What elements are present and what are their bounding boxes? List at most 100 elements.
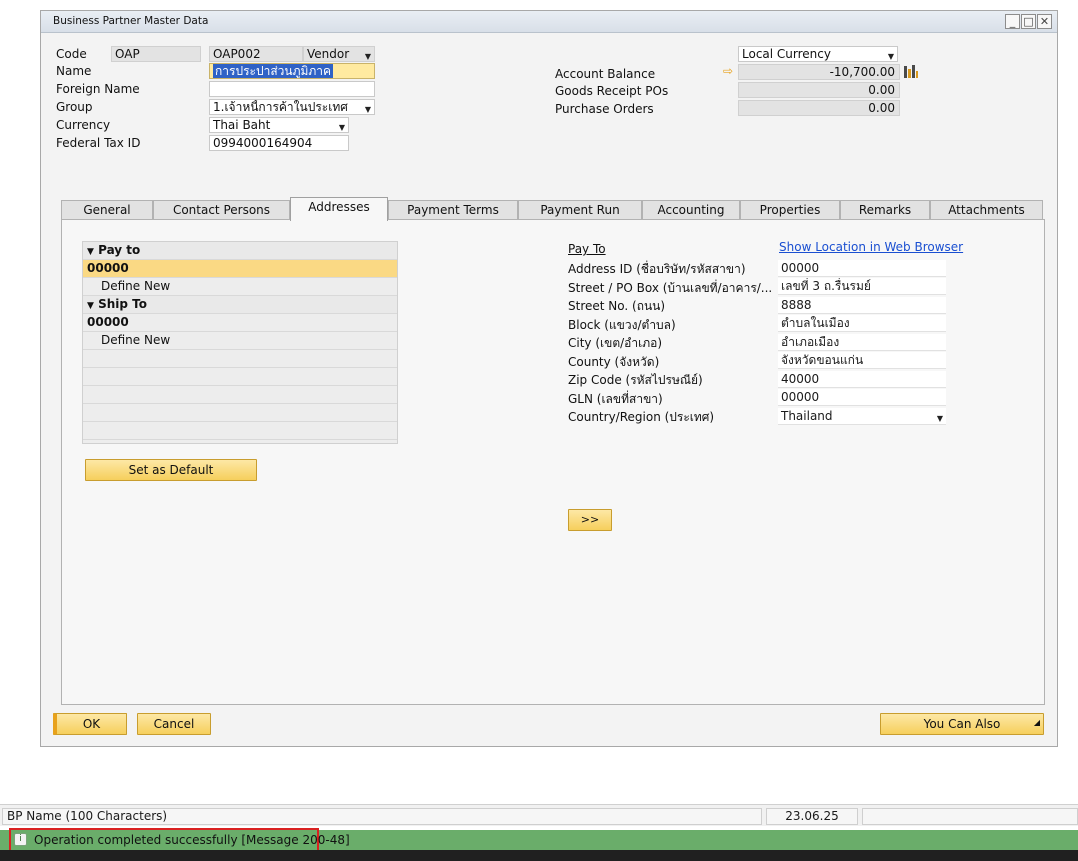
addresses-tab-panel: ▼ Pay to 00000 Define New ▼ Ship To 0000…	[61, 219, 1045, 705]
county-field[interactable]: จังหวัดขอนแก่น	[778, 352, 946, 369]
dropdown-arrow-icon: ▼	[936, 414, 943, 423]
collapse-triangle-icon: ▼	[87, 301, 94, 311]
you-can-also-label: You Can Also	[923, 717, 1001, 731]
group-value: 1.เจ้าหนี้การค้าในประเทศ	[213, 100, 348, 114]
tab-attachments[interactable]: Attachments	[930, 200, 1043, 220]
minimize-icon[interactable]: _	[1005, 14, 1020, 29]
list-item[interactable]: 00000	[83, 260, 397, 278]
window-titlebar[interactable]: Business Partner Master Data _ □ ✕	[41, 11, 1057, 33]
currency-label: Currency	[56, 118, 111, 132]
corner-arrow-icon: ◢	[1033, 718, 1040, 727]
currency-select[interactable]: Thai Baht ▼	[209, 117, 349, 133]
purchase-orders-value: 0.00	[738, 100, 900, 116]
maximize-icon[interactable]: □	[1021, 14, 1036, 29]
tab-contact-persons[interactable]: Contact Persons	[153, 200, 290, 220]
country-select[interactable]: Thailand ▼	[778, 408, 946, 425]
street-label: Street / PO Box (บ้านเลขที่/อาคาร/...	[568, 281, 773, 295]
currency-mode-select[interactable]: Local Currency ▼	[738, 46, 898, 62]
list-item[interactable]: Define New	[83, 278, 397, 296]
county-label: County (จังหวัด)	[568, 355, 660, 369]
currency-mode-value: Local Currency	[742, 47, 831, 61]
street-field[interactable]: เลขที่ 3 ถ.รื่นรมย์	[778, 278, 946, 295]
group-label: Group	[56, 100, 93, 114]
tab-payment-run[interactable]: Payment Run	[518, 200, 642, 220]
name-field[interactable]: การประปาส่วนภูมิภาค	[209, 63, 375, 79]
account-balance-value: -10,700.00	[738, 64, 900, 80]
city-field[interactable]: อำเภอเมือง	[778, 334, 946, 351]
tax-id-field[interactable]: 0994000164904	[209, 135, 349, 151]
tax-id-label: Federal Tax ID	[56, 136, 141, 150]
dropdown-arrow-icon: ▼	[364, 52, 371, 61]
pay-to-group-header[interactable]: ▼ Pay to	[83, 242, 397, 260]
address-id-field[interactable]: 00000	[778, 260, 946, 277]
list-item[interactable]: 00000	[83, 314, 397, 332]
currency-value: Thai Baht	[213, 118, 271, 132]
arrow-right-icon[interactable]: ⇨	[723, 64, 733, 78]
ship-to-header-label: Ship To	[98, 297, 148, 311]
empty-row	[83, 422, 397, 440]
bp-type-value: Vendor	[307, 47, 350, 61]
window-title: Business Partner Master Data	[53, 15, 209, 27]
tab-payment-terms[interactable]: Payment Terms	[388, 200, 518, 220]
tab-remarks[interactable]: Remarks	[840, 200, 930, 220]
block-label: Block (แขวง/ตำบล)	[568, 318, 676, 332]
cancel-button[interactable]: Cancel	[137, 713, 211, 735]
set-as-default-button[interactable]: Set as Default	[85, 459, 257, 481]
tab-properties[interactable]: Properties	[740, 200, 840, 220]
empty-row	[83, 368, 397, 386]
status-message-highlight: i Operation completed successfully [Mess…	[9, 828, 350, 852]
tab-accounting[interactable]: Accounting	[642, 200, 740, 220]
list-item[interactable]: Define New	[83, 332, 397, 350]
account-balance-label: Account Balance	[555, 67, 656, 81]
bar-chart-icon[interactable]	[903, 64, 919, 79]
address-list: ▼ Pay to 00000 Define New ▼ Ship To 0000…	[82, 241, 398, 444]
foreign-name-label: Foreign Name	[56, 82, 140, 96]
street-no-field[interactable]: 8888	[778, 297, 946, 314]
purchase-orders-label: Purchase Orders	[555, 102, 654, 116]
dropdown-arrow-icon: ▼	[364, 105, 371, 114]
bp-type-select[interactable]: Vendor ▼	[303, 46, 375, 62]
field-hint: BP Name (100 Characters)	[2, 808, 762, 825]
tab-addresses[interactable]: Addresses	[290, 197, 388, 221]
ok-button[interactable]: OK	[53, 713, 127, 735]
country-value: Thailand	[781, 409, 833, 423]
foreign-name-field[interactable]	[209, 81, 375, 97]
expand-button[interactable]: >>	[568, 509, 612, 531]
goods-receipt-value: 0.00	[738, 82, 900, 98]
street-no-label: Street No. (ถนน)	[568, 299, 666, 313]
empty-row	[83, 404, 397, 422]
you-can-also-button[interactable]: You Can Also ◢	[880, 713, 1044, 735]
pay-to-header-label: Pay to	[98, 243, 141, 257]
collapse-triangle-icon: ▼	[87, 247, 94, 257]
status-extra-field	[862, 808, 1078, 825]
address-id-label: Address ID (ชื่อบริษัท/รหัสสาขา)	[568, 262, 746, 276]
empty-row	[83, 386, 397, 404]
close-icon[interactable]: ✕	[1037, 14, 1052, 29]
dropdown-arrow-icon: ▼	[338, 123, 345, 132]
zip-code-label: Zip Code (รหัสไปรษณีย์)	[568, 373, 703, 387]
code-field[interactable]: OAP002	[209, 46, 303, 62]
info-icon: i	[14, 833, 27, 846]
name-label: Name	[56, 64, 92, 78]
name-value: การประปาส่วนภูมิภาค	[213, 64, 334, 78]
status-message[interactable]: Operation completed successfully [Messag…	[34, 833, 350, 847]
bp-master-data-window: Business Partner Master Data _ □ ✕ Code …	[40, 10, 1058, 747]
address-detail-title: Pay To	[568, 242, 606, 256]
taskbar-edge	[0, 850, 1078, 861]
code-series-field[interactable]: OAP	[111, 46, 201, 62]
block-field[interactable]: ตำบลในเมือง	[778, 315, 946, 332]
ship-to-group-header[interactable]: ▼ Ship To	[83, 296, 397, 314]
tab-general[interactable]: General	[61, 200, 153, 220]
field-info-bar: BP Name (100 Characters) 23.06.25	[0, 804, 1078, 826]
gln-label: GLN (เลขที่สาขา)	[568, 392, 663, 406]
gln-field[interactable]: 00000	[778, 389, 946, 406]
group-select[interactable]: 1.เจ้าหนี้การค้าในประเทศ ▼	[209, 99, 375, 115]
show-location-link[interactable]: Show Location in Web Browser	[779, 240, 963, 254]
empty-row	[83, 350, 397, 368]
zip-code-field[interactable]: 40000	[778, 371, 946, 388]
country-label: Country/Region (ประเทศ)	[568, 410, 715, 424]
city-label: City (เขต/อำเภอ)	[568, 336, 663, 350]
dropdown-arrow-icon: ▼	[887, 52, 894, 61]
code-label: Code	[56, 47, 87, 61]
status-date: 23.06.25	[766, 808, 858, 825]
